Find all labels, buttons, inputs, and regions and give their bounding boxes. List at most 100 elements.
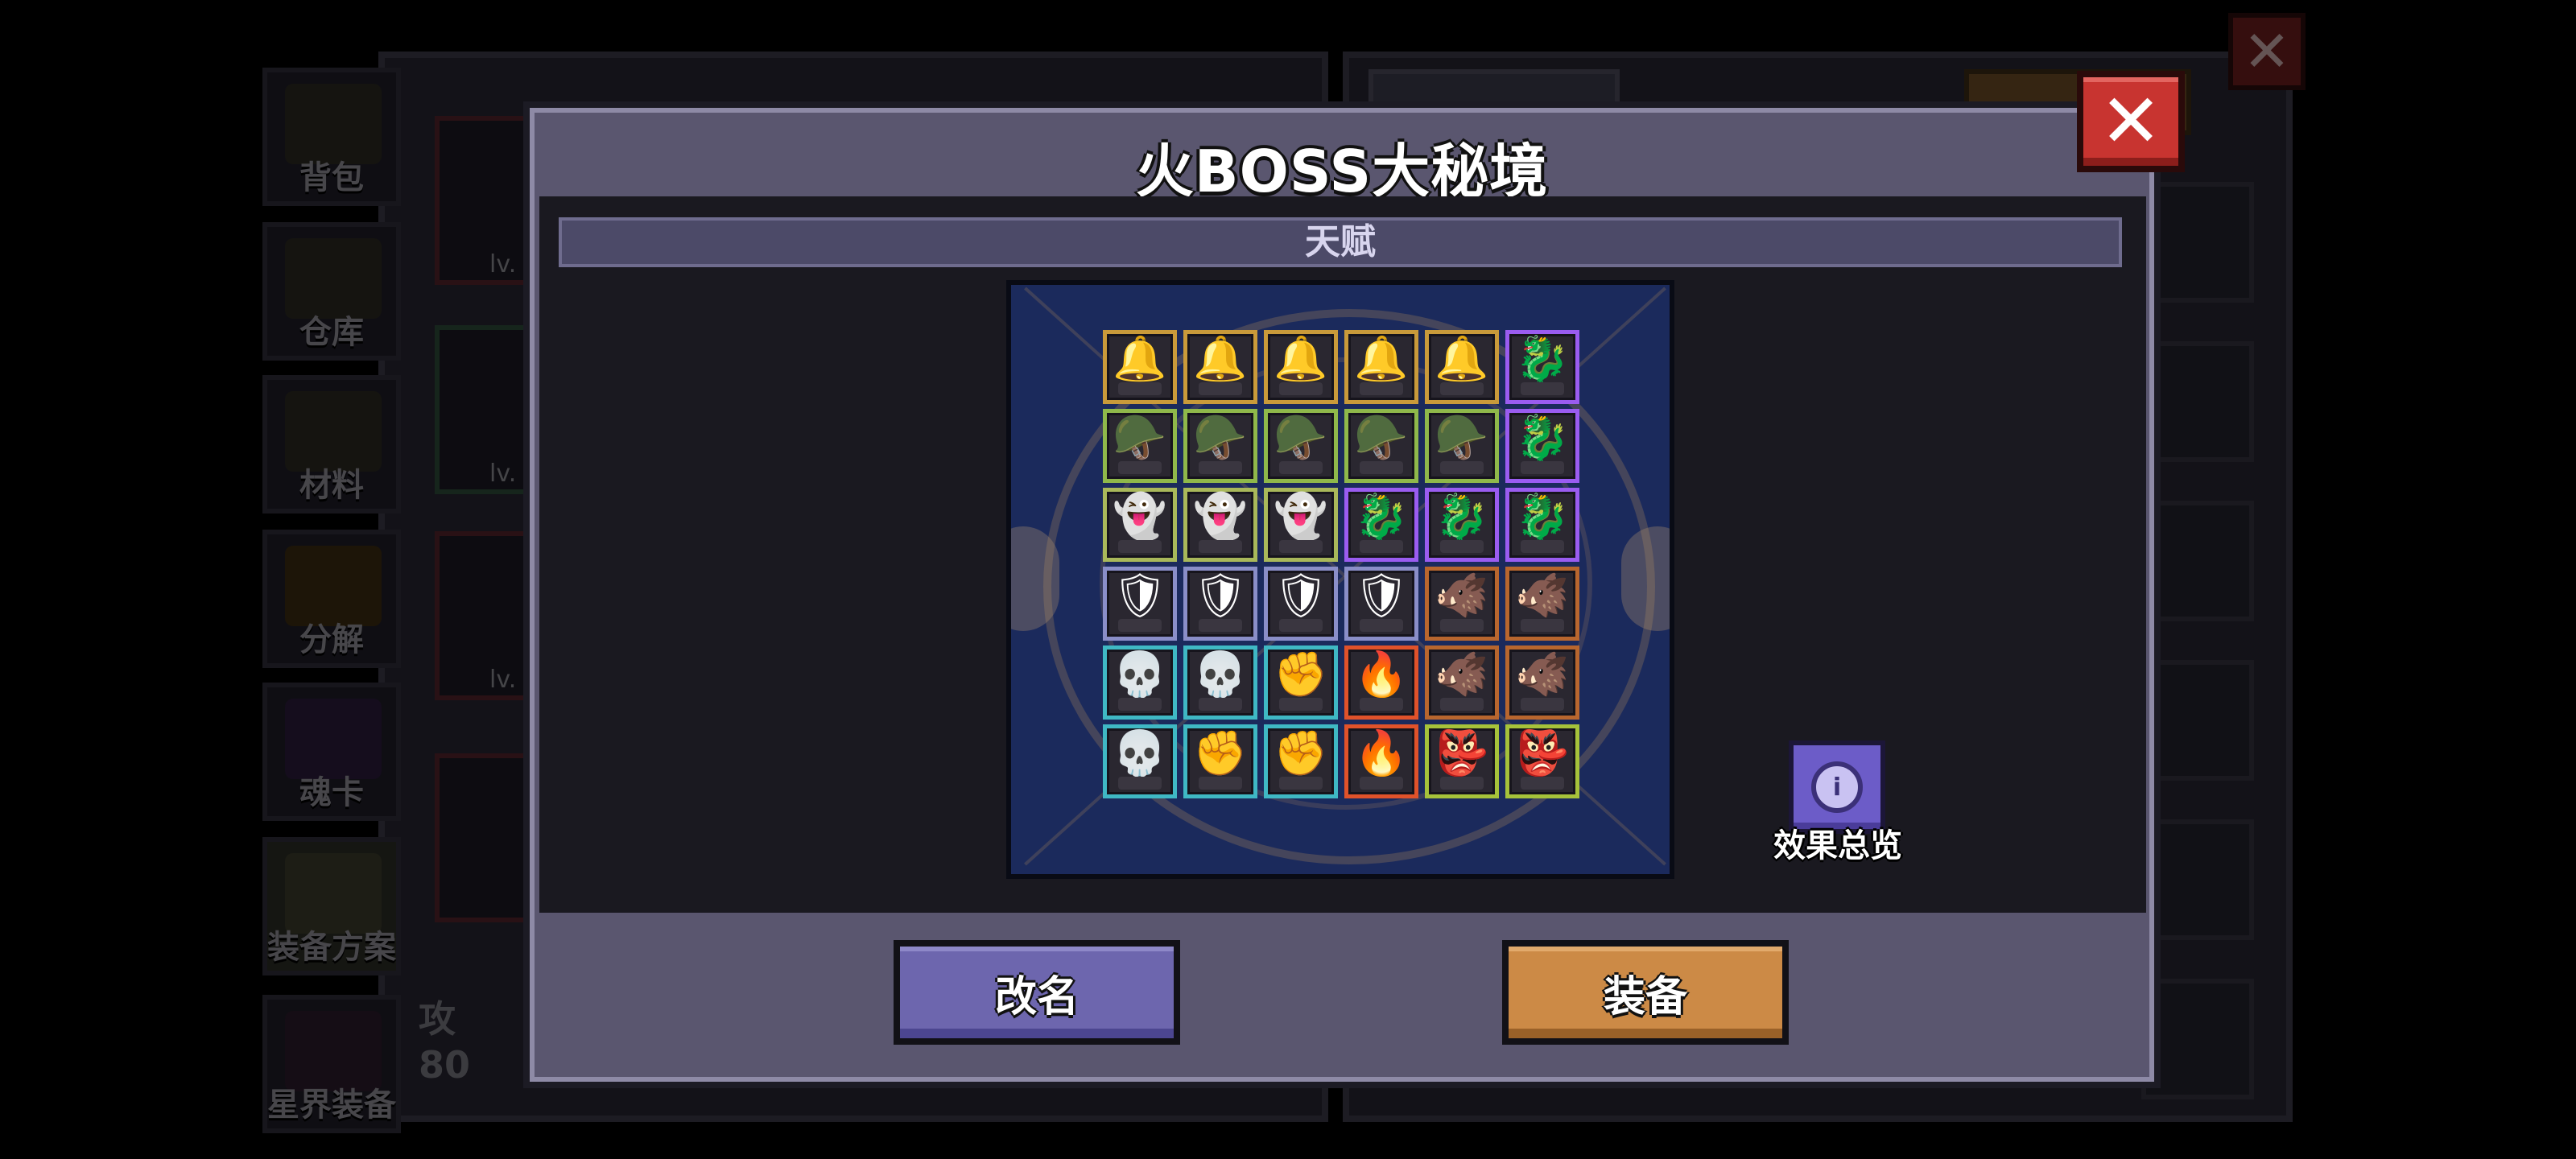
talent-node-purple-dragon[interactable]: 🐉	[1344, 488, 1418, 562]
talent-node-purple-dragon[interactable]: 🐉	[1505, 330, 1579, 404]
talent-node-green-helm[interactable]: 🪖	[1264, 409, 1338, 483]
talent-node-white-skull[interactable]: 💀	[1103, 645, 1177, 720]
green-helm-icon: 🪖	[1193, 412, 1248, 463]
purple-dragon-icon: 🐉	[1515, 333, 1570, 384]
talent-node-green-goblin[interactable]: 👺	[1505, 724, 1579, 798]
green-helm-icon: 🪖	[1354, 412, 1409, 463]
talent-node-white-skull[interactable]: 💀	[1183, 645, 1257, 720]
talent-node-purple-dragon[interactable]: 🐉	[1505, 409, 1579, 483]
gold-lamp-icon: 🔔	[1113, 333, 1167, 384]
node-pedestal	[1360, 698, 1403, 711]
gold-lamp-icon: 🔔	[1435, 333, 1489, 384]
pale-ghost-icon: 👻	[1113, 491, 1167, 542]
talent-node-green-goblin[interactable]: 👺	[1425, 724, 1499, 798]
node-pedestal	[1440, 382, 1484, 395]
brown-beast-icon: 🐗	[1435, 570, 1489, 621]
board-side-ornament	[1011, 526, 1059, 631]
node-pedestal	[1118, 382, 1162, 395]
node-pedestal	[1521, 777, 1564, 790]
silver-knight-icon: 🛡	[1192, 570, 1249, 621]
talent-node-pale-ghost[interactable]: 👻	[1103, 488, 1177, 562]
equip-button[interactable]: 装备	[1502, 940, 1789, 1045]
talent-node-white-fist[interactable]: ✊	[1183, 724, 1257, 798]
talent-node-brown-beast[interactable]: 🐗	[1425, 567, 1499, 641]
white-skull-icon: 💀	[1113, 728, 1167, 778]
close-button[interactable]: ✕	[2077, 71, 2185, 172]
talent-node-purple-dragon[interactable]: 🐉	[1425, 488, 1499, 562]
node-pedestal	[1118, 777, 1162, 790]
green-helm-icon: 🪖	[1274, 412, 1328, 463]
talent-node-silver-knight[interactable]: 🛡	[1344, 567, 1418, 641]
fire-demon-icon: 🔥	[1354, 649, 1409, 699]
talent-node-brown-beast[interactable]: 🐗	[1505, 645, 1579, 720]
node-pedestal	[1199, 382, 1242, 395]
talent-node-silver-knight[interactable]: 🛡	[1103, 567, 1177, 641]
white-fist-icon: ✊	[1274, 728, 1328, 778]
node-pedestal	[1118, 619, 1162, 632]
effect-overview-label[interactable]: 效果总览	[1755, 819, 1921, 866]
node-pedestal	[1199, 619, 1242, 632]
talent-node-gold-lamp[interactable]: 🔔	[1425, 330, 1499, 404]
node-pedestal	[1521, 540, 1564, 553]
node-pedestal	[1279, 540, 1323, 553]
node-pedestal	[1360, 619, 1403, 632]
talent-node-fire-demon[interactable]: 🔥	[1344, 645, 1418, 720]
node-pedestal	[1279, 777, 1323, 790]
talent-node-white-skull[interactable]: 💀	[1103, 724, 1177, 798]
silver-knight-icon: 🛡	[1112, 570, 1168, 621]
talent-node-brown-beast[interactable]: 🐗	[1505, 567, 1579, 641]
node-pedestal	[1199, 777, 1242, 790]
gold-lamp-icon: 🔔	[1274, 333, 1328, 384]
talent-node-green-helm[interactable]: 🪖	[1425, 409, 1499, 483]
talent-node-purple-dragon[interactable]: 🐉	[1505, 488, 1579, 562]
node-pedestal	[1118, 698, 1162, 711]
talent-node-gold-lamp[interactable]: 🔔	[1103, 330, 1177, 404]
talent-node-pale-ghost[interactable]: 👻	[1183, 488, 1257, 562]
node-pedestal	[1199, 698, 1242, 711]
talent-grid: 🔔 🔔 🔔 🔔 🔔 🐉 🪖 🪖 🪖 🪖 🪖 🐉 👻 👻 👻 🐉 🐉 🐉 🛡 🛡 🛡 🛡 🐗 🐗 💀 💀 ✊ 🔥 🐗 🐗 💀 ✊ ✊ 🔥 👺 👺	[1103, 330, 1586, 821]
node-pedestal	[1521, 382, 1564, 395]
purple-dragon-icon: 🐉	[1435, 491, 1489, 542]
node-pedestal	[1118, 540, 1162, 553]
node-pedestal	[1118, 461, 1162, 474]
green-goblin-icon: 👺	[1515, 728, 1570, 778]
node-pedestal	[1279, 461, 1323, 474]
talent-node-green-helm[interactable]: 🪖	[1103, 409, 1177, 483]
talent-node-brown-beast[interactable]: 🐗	[1425, 645, 1499, 720]
white-skull-icon: 💀	[1193, 649, 1248, 699]
node-pedestal	[1199, 540, 1242, 553]
talent-node-silver-knight[interactable]: 🛡	[1264, 567, 1338, 641]
node-pedestal	[1279, 698, 1323, 711]
green-goblin-icon: 👺	[1435, 728, 1489, 778]
node-pedestal	[1521, 698, 1564, 711]
node-pedestal	[1360, 777, 1403, 790]
gold-lamp-icon: 🔔	[1193, 333, 1248, 384]
green-helm-icon: 🪖	[1113, 412, 1167, 463]
section-header-talent: 天赋	[559, 217, 2122, 267]
node-pedestal	[1440, 461, 1484, 474]
talent-node-white-fist[interactable]: ✊	[1264, 645, 1338, 720]
board-side-ornament	[1621, 526, 1670, 631]
info-icon: i	[1811, 761, 1863, 813]
talent-node-gold-lamp[interactable]: 🔔	[1183, 330, 1257, 404]
talent-node-fire-demon[interactable]: 🔥	[1344, 724, 1418, 798]
talent-node-green-helm[interactable]: 🪖	[1183, 409, 1257, 483]
node-pedestal	[1521, 461, 1564, 474]
green-helm-icon: 🪖	[1435, 412, 1489, 463]
purple-dragon-icon: 🐉	[1515, 412, 1570, 463]
talent-node-white-fist[interactable]: ✊	[1264, 724, 1338, 798]
rename-button[interactable]: 改名	[894, 940, 1180, 1045]
node-pedestal	[1440, 698, 1484, 711]
talent-node-pale-ghost[interactable]: 👻	[1264, 488, 1338, 562]
node-pedestal	[1440, 619, 1484, 632]
purple-dragon-icon: 🐉	[1515, 491, 1570, 542]
talent-node-green-helm[interactable]: 🪖	[1344, 409, 1418, 483]
white-skull-icon: 💀	[1113, 649, 1167, 699]
node-pedestal	[1440, 777, 1484, 790]
talent-node-gold-lamp[interactable]: 🔔	[1344, 330, 1418, 404]
brown-beast-icon: 🐗	[1515, 649, 1570, 699]
talent-node-gold-lamp[interactable]: 🔔	[1264, 330, 1338, 404]
brown-beast-icon: 🐗	[1435, 649, 1489, 699]
silver-knight-icon: 🛡	[1273, 570, 1329, 621]
talent-node-silver-knight[interactable]: 🛡	[1183, 567, 1257, 641]
